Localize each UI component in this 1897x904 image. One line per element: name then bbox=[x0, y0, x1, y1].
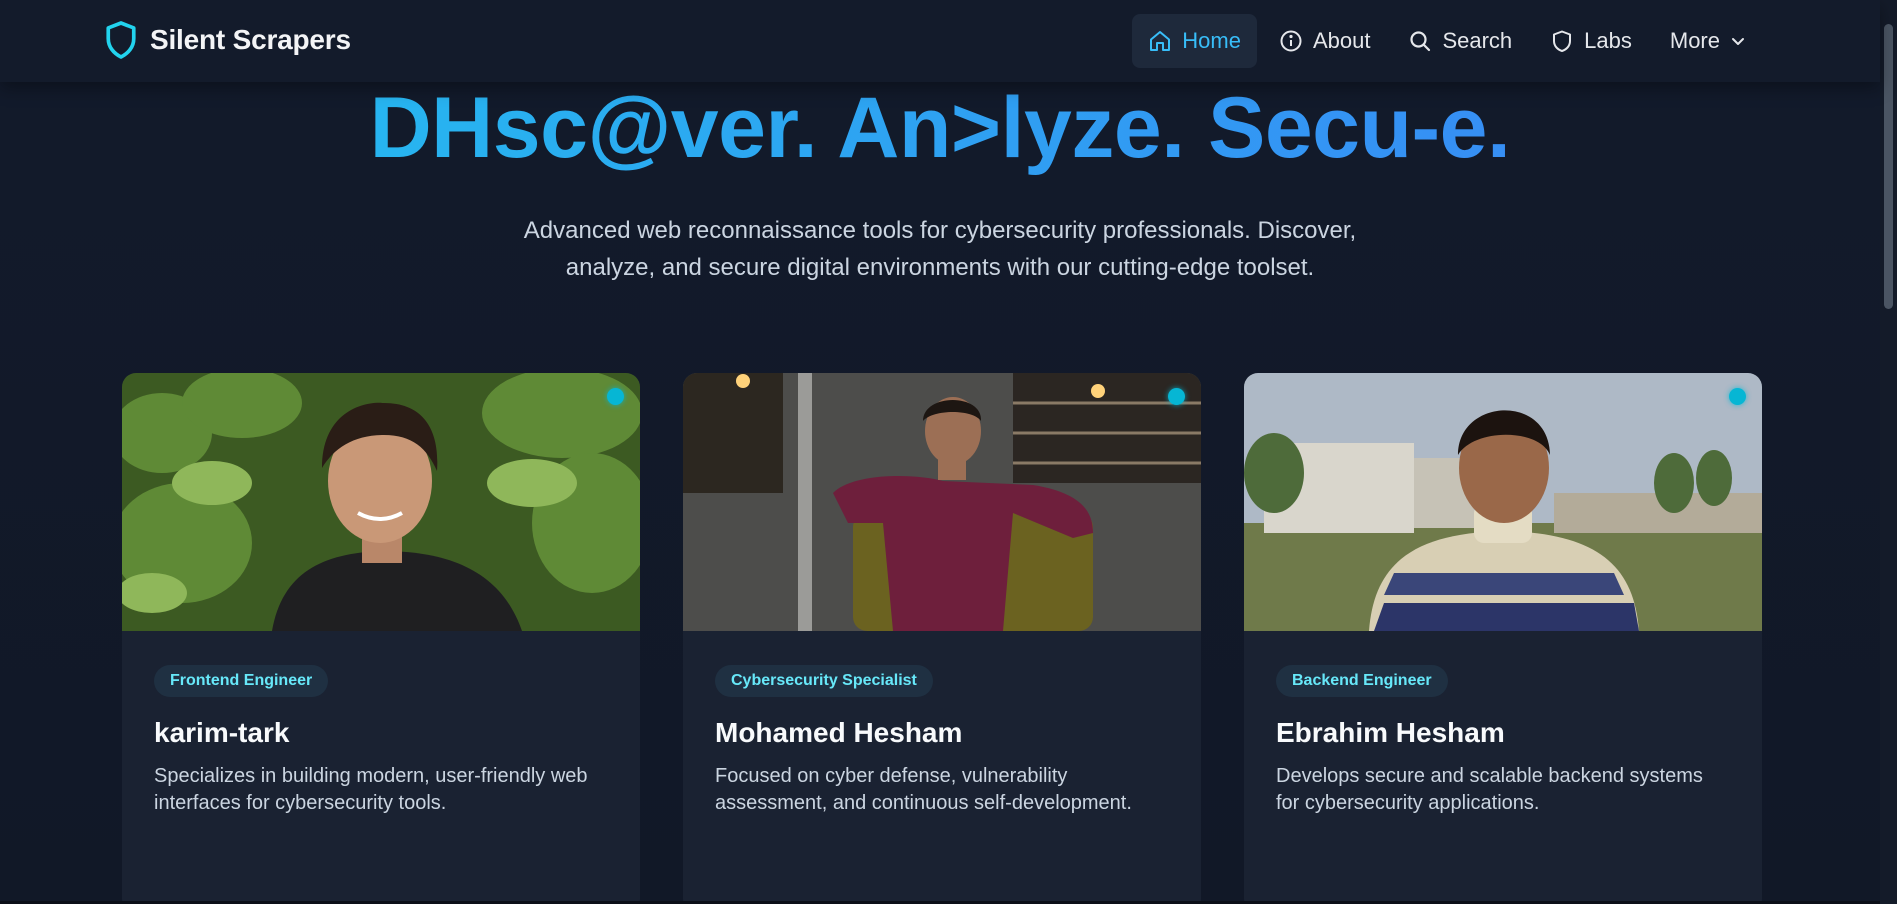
member-photo bbox=[683, 373, 1201, 631]
hero-subtitle: Advanced web reconnaissance tools for cy… bbox=[440, 212, 1440, 286]
team-cards: Frontend Engineer karim-tark Specializes… bbox=[122, 373, 1762, 904]
shield-icon bbox=[1553, 30, 1572, 52]
brand-name: Silent Scrapers bbox=[150, 24, 351, 55]
member-photo bbox=[122, 373, 640, 631]
brand-logo[interactable]: Silent Scrapers bbox=[104, 20, 351, 60]
nav-search[interactable]: Search bbox=[1392, 14, 1528, 68]
member-name: Ebrahim Hesham bbox=[1276, 717, 1505, 748]
role-badge: Backend Engineer bbox=[1276, 665, 1448, 697]
member-name: karim-tark bbox=[154, 717, 290, 748]
team-card[interactable]: Frontend Engineer karim-tark Specializes… bbox=[122, 373, 640, 904]
hero-title: DHsc@ver. An>lyze. Secu-e. bbox=[0, 78, 1880, 178]
nav-home-label: Home bbox=[1182, 28, 1241, 53]
hero-subtitle-line-2: analyze, and secure digital environments… bbox=[565, 254, 1315, 281]
main-nav: Home About Search Labs More bbox=[1132, 14, 1762, 68]
nav-more[interactable]: More bbox=[1654, 14, 1762, 68]
home-icon bbox=[1150, 31, 1171, 51]
role-badge: Frontend Engineer bbox=[154, 665, 329, 697]
member-description: Focused on cyber defense, vulnerability … bbox=[715, 765, 1132, 814]
page: Silent Scrapers Home About Search Labs M… bbox=[0, 0, 1897, 904]
search-icon bbox=[1410, 31, 1431, 52]
member-photo-image bbox=[122, 373, 640, 631]
status-dot bbox=[1729, 388, 1746, 405]
scrollbar-thumb[interactable] bbox=[1884, 24, 1893, 309]
nav-more-label: More bbox=[1669, 28, 1720, 53]
vertical-scrollbar[interactable] bbox=[1880, 0, 1897, 904]
nav-labs[interactable]: Labs bbox=[1534, 14, 1648, 68]
nav-search-label: Search bbox=[1442, 28, 1513, 53]
member-photo-image bbox=[1244, 373, 1762, 631]
shield-icon bbox=[106, 21, 136, 59]
status-dot bbox=[607, 388, 624, 405]
nav-about-label: About bbox=[1312, 28, 1371, 53]
status-dot bbox=[1168, 388, 1185, 405]
team-card[interactable]: Backend Engineer Ebrahim Hesham Develops… bbox=[1244, 373, 1762, 904]
team-card[interactable]: Cybersecurity Specialist Mohamed Hesham … bbox=[683, 373, 1201, 904]
role-badge: Cybersecurity Specialist bbox=[715, 665, 933, 697]
navbar: Silent Scrapers Home About Search Labs M… bbox=[0, 0, 1880, 82]
member-description: Specializes in building modern, user-fri… bbox=[154, 765, 588, 814]
chevron-down-icon bbox=[1732, 38, 1744, 45]
member-description: Develops secure and scalable backend sys… bbox=[1276, 765, 1703, 814]
nav-home[interactable]: Home bbox=[1132, 14, 1257, 68]
nav-about[interactable]: About bbox=[1263, 14, 1387, 68]
hero-subtitle-line-1: Advanced web reconnaissance tools for cy… bbox=[523, 217, 1357, 244]
info-icon bbox=[1280, 30, 1302, 52]
member-name: Mohamed Hesham bbox=[715, 717, 963, 748]
nav-labs-label: Labs bbox=[1584, 28, 1632, 53]
member-photo bbox=[1244, 373, 1762, 631]
member-photo-image bbox=[683, 373, 1201, 631]
